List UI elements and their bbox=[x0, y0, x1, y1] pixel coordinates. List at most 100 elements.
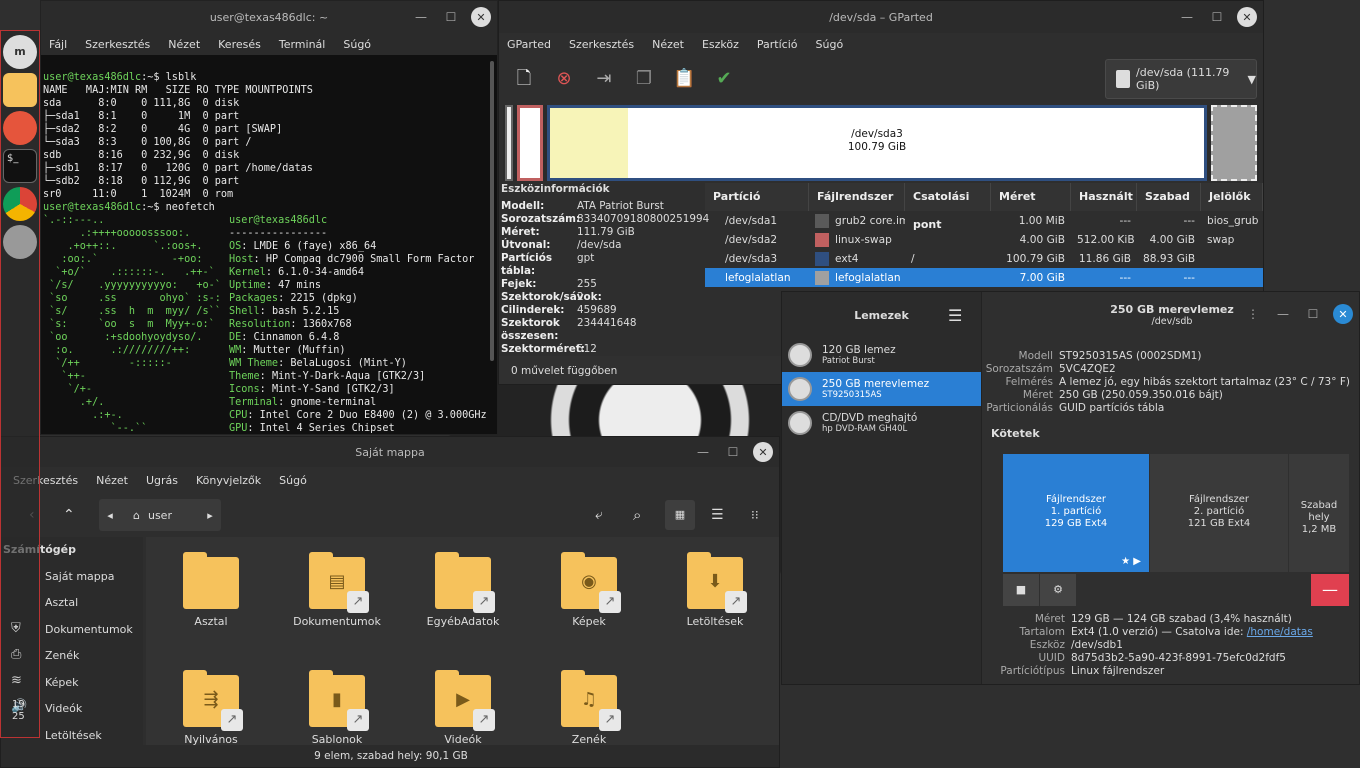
disk-list-item[interactable]: CD/DVD meghajtó hp DVD-RAM GH40L bbox=[782, 406, 981, 440]
menu-item[interactable]: Keresés bbox=[218, 38, 261, 51]
sidebar-item[interactable]: Zenék bbox=[23, 643, 143, 670]
table-row[interactable]: /dev/sda3 ext4 / 100.79 GiB 11.86 GiB 88.93 G… bbox=[705, 249, 1263, 268]
paste-icon[interactable]: 📋 bbox=[673, 68, 695, 90]
disks-window[interactable]: Lemezek ☰ 120 GB lemez Patriot Burst 250 GB… bbox=[781, 291, 1360, 685]
sidebar-item[interactable]: Asztal bbox=[23, 590, 143, 617]
folder-item[interactable]: ↗ EgyébAdatok bbox=[400, 552, 526, 628]
menu-item[interactable]: Eszköz bbox=[702, 38, 739, 51]
menu-item[interactable]: Terminál bbox=[279, 38, 326, 51]
terminal-output[interactable]: user@texas486dlc:~$ lsblk NAME MAJ:MIN RM… bbox=[41, 58, 497, 434]
new-partition-icon[interactable]: 🗋 bbox=[513, 68, 535, 90]
grid-view-icon[interactable]: ▦ bbox=[665, 500, 695, 530]
folder-item[interactable]: ⇶ ↗ Nyilvános bbox=[148, 670, 274, 746]
unmount-button[interactable]: ■ bbox=[1003, 574, 1039, 606]
menu-item[interactable]: Ugrás bbox=[146, 474, 178, 487]
menu-item[interactable]: Súgó bbox=[279, 474, 307, 487]
menu-item[interactable]: Szerkesztés bbox=[569, 38, 634, 51]
sidebar-item[interactable]: Videók bbox=[23, 696, 143, 723]
minimize-button[interactable]: — bbox=[1177, 7, 1197, 27]
table-row[interactable]: /dev/sda1 grub2 core.img 1.00 MiB --- --- bio… bbox=[705, 211, 1263, 230]
volume-partition-1[interactable]: Fájlrendszer 1. partíció 129 GB Ext4 ★ ▶ bbox=[1003, 454, 1149, 572]
column-header[interactable]: Fájlrendszer bbox=[809, 183, 905, 211]
maximize-button[interactable]: ☐ bbox=[723, 442, 743, 462]
list-view-icon[interactable]: ☰ bbox=[711, 507, 724, 523]
terminal-icon[interactable]: $_ bbox=[3, 149, 37, 183]
maximize-button[interactable]: ☐ bbox=[441, 7, 461, 27]
close-button[interactable]: ✕ bbox=[753, 442, 773, 462]
close-button[interactable]: ✕ bbox=[1333, 304, 1353, 324]
partition-map[interactable]: /dev/sda3 100.79 GiB bbox=[503, 105, 1259, 181]
menu-item[interactable]: Partíció bbox=[757, 38, 798, 51]
column-header[interactable]: Csatolási pont bbox=[905, 183, 991, 231]
gear-icon[interactable]: ⚙ bbox=[1040, 574, 1076, 606]
menu-item[interactable]: GParted bbox=[507, 38, 551, 51]
column-header[interactable]: Jelölők bbox=[1201, 183, 1263, 211]
menu-item[interactable]: Súgó bbox=[816, 38, 844, 51]
mount-link[interactable]: /home/datas bbox=[1247, 626, 1313, 638]
minimize-button[interactable]: — bbox=[411, 7, 431, 27]
chevron-left-icon[interactable]: ◂ bbox=[99, 509, 121, 522]
apply-icon[interactable]: ✔ bbox=[713, 68, 735, 90]
terminal-titlebar[interactable]: user@texas486dlc: ~ — ☐ ✕ bbox=[41, 1, 497, 33]
partition-segment-sda1[interactable] bbox=[505, 105, 513, 181]
files-titlebar[interactable]: Saját mappa — ☐ ✕ bbox=[1, 437, 779, 467]
partition-segment-unallocated[interactable] bbox=[1211, 105, 1257, 181]
chevron-right-icon[interactable]: ▸ bbox=[199, 509, 221, 522]
sidebar-item[interactable]: Képek bbox=[23, 670, 143, 697]
volume-free-space[interactable]: Szabad hely 1,2 MB bbox=[1289, 454, 1349, 572]
folder-item[interactable]: ⬇ ↗ Letöltések bbox=[652, 552, 778, 628]
mint-menu-icon[interactable]: m bbox=[3, 35, 37, 69]
close-button[interactable]: ✕ bbox=[1237, 7, 1257, 27]
shield-icon[interactable]: ⛨ bbox=[11, 616, 27, 642]
device-selector[interactable]: /dev/sda (111.79 GiB) ▼ bbox=[1105, 59, 1257, 99]
folder-icon[interactable] bbox=[3, 73, 37, 107]
menu-item[interactable]: Fájl bbox=[49, 38, 67, 51]
chrome-icon[interactable] bbox=[3, 187, 37, 221]
disk-list-item[interactable]: 120 GB lemez Patriot Burst bbox=[782, 338, 981, 372]
gparted-titlebar[interactable]: /dev/sda – GParted — ☐ ✕ bbox=[499, 1, 1263, 33]
location-toggle-icon[interactable]: ⤶ bbox=[595, 507, 603, 523]
delete-icon[interactable]: ⊗ bbox=[553, 68, 575, 90]
partition-table[interactable]: Partíció Fájlrendszer Csatolási pont Méret H… bbox=[705, 183, 1263, 287]
wifi-icon[interactable]: ≋ bbox=[11, 668, 27, 694]
terminal-window[interactable]: user@texas486dlc: ~ — ☐ ✕ Fájl Szerkesztés N… bbox=[40, 0, 498, 435]
table-row[interactable]: /dev/sda2 linux-swap 4.00 GiB 512.00 KiB 4.0… bbox=[705, 230, 1263, 249]
menu-item[interactable]: Nézet bbox=[96, 474, 128, 487]
resize-icon[interactable]: ⇥ bbox=[593, 68, 615, 90]
folder-item[interactable]: ♫ ↗ Zenék bbox=[526, 670, 652, 746]
sidebar-item[interactable]: Saját mappa bbox=[23, 564, 143, 591]
maximize-button[interactable]: ☐ bbox=[1303, 304, 1323, 324]
sidebar-item[interactable]: Dokumentumok bbox=[23, 617, 143, 644]
file-manager-window[interactable]: Saját mappa — ☐ ✕ Szerkesztés Nézet Ugrás Kön… bbox=[0, 436, 780, 768]
firefox-icon[interactable] bbox=[3, 111, 37, 145]
delete-partition-button[interactable]: — bbox=[1311, 574, 1349, 606]
compact-view-icon[interactable]: ⁝⁝ bbox=[751, 508, 759, 522]
menu-item[interactable]: Könyvjelzők bbox=[196, 474, 261, 487]
disks-icon[interactable] bbox=[3, 225, 37, 259]
search-icon[interactable]: ⌕ bbox=[633, 506, 641, 524]
column-header[interactable]: Méret bbox=[991, 183, 1071, 211]
volume-partition-2[interactable]: Fájlrendszer 2. partíció 121 GB Ext4 bbox=[1150, 454, 1288, 572]
maximize-button[interactable]: ☐ bbox=[1207, 7, 1227, 27]
folder-item[interactable]: ▮ ↗ Sablonok bbox=[274, 670, 400, 746]
folder-item[interactable]: ▶ ↗ Videók bbox=[400, 670, 526, 746]
printer-icon[interactable]: ⎙ bbox=[11, 642, 27, 668]
folder-item[interactable]: ▤ ↗ Dokumentumok bbox=[274, 552, 400, 628]
more-menu-icon[interactable]: ⋮ bbox=[1243, 304, 1263, 324]
column-header[interactable]: Használt bbox=[1071, 183, 1137, 211]
table-row[interactable]: lefoglalatlan lefoglalatlan 7.00 GiB --- --- bbox=[705, 268, 1263, 287]
menu-item[interactable]: Szerkesztés bbox=[85, 38, 150, 51]
folder-item[interactable]: ◉ ↗ Képek bbox=[526, 552, 652, 628]
partition-segment-sda3[interactable]: /dev/sda3 100.79 GiB bbox=[547, 105, 1207, 181]
up-icon[interactable]: ⌃ bbox=[63, 507, 75, 523]
close-button[interactable]: ✕ bbox=[471, 7, 491, 27]
terminal-scrollbar[interactable] bbox=[490, 61, 494, 361]
clock[interactable]: 19 25 bbox=[12, 699, 25, 723]
minimize-button[interactable]: — bbox=[693, 442, 713, 462]
column-header[interactable]: Szabad bbox=[1137, 183, 1201, 211]
partition-segment-sda2[interactable] bbox=[517, 105, 543, 181]
copy-icon[interactable]: ❐ bbox=[633, 68, 655, 90]
menu-item[interactable]: Súgó bbox=[343, 38, 371, 51]
hamburger-menu-icon[interactable]: ☰ bbox=[948, 306, 962, 325]
minimize-button[interactable]: — bbox=[1273, 304, 1293, 324]
